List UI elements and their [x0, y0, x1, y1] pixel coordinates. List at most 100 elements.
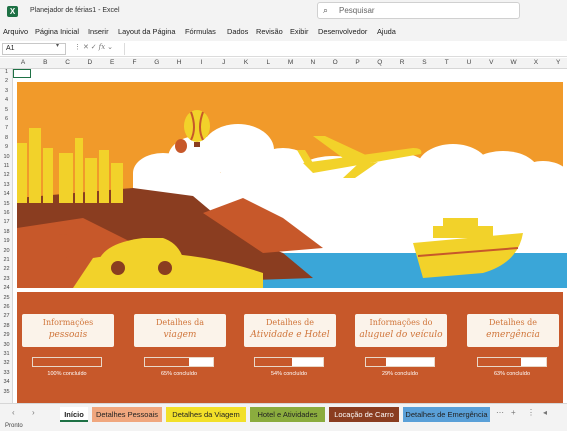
row-header[interactable]: 19: [0, 238, 13, 244]
sheet-tab-inicio[interactable]: Início: [60, 407, 88, 422]
menu-ajuda[interactable]: Ajuda: [377, 27, 396, 36]
more-sheets-icon[interactable]: ⋯: [496, 408, 504, 417]
row-header[interactable]: 23: [0, 276, 13, 282]
formula-input[interactable]: [124, 43, 564, 55]
row-header[interactable]: 13: [0, 182, 13, 188]
row-header[interactable]: 11: [0, 163, 13, 169]
row-header[interactable]: 20: [0, 248, 13, 254]
menu-exibir[interactable]: Exibir: [290, 27, 308, 36]
row-header[interactable]: 1: [0, 69, 13, 75]
row-header[interactable]: 32: [0, 360, 13, 366]
more-icon[interactable]: ⋮: [74, 44, 81, 51]
row-header[interactable]: 15: [0, 201, 13, 207]
row-header[interactable]: 9: [0, 144, 13, 150]
row-header[interactable]: 16: [0, 210, 13, 216]
sheet-tab-locacao-carro[interactable]: Locação de Carro: [329, 407, 399, 422]
column-header[interactable]: O: [325, 59, 345, 66]
card-informacoes-pessoais[interactable]: Informações pessoais: [22, 314, 114, 347]
row-header[interactable]: 6: [0, 116, 13, 122]
options-icon[interactable]: ⋮: [527, 408, 535, 417]
card-emergencia[interactable]: Detalhes de emergência: [467, 314, 559, 347]
sheet-tab-hotel-atividades[interactable]: Hotel e Atividades: [250, 407, 325, 422]
row-header[interactable]: 26: [0, 304, 13, 310]
column-header[interactable]: T: [437, 59, 457, 66]
row-header[interactable]: 4: [0, 97, 13, 103]
row-header[interactable]: 25: [0, 295, 13, 301]
column-header[interactable]: P: [348, 59, 368, 66]
column-header[interactable]: Y: [548, 59, 567, 66]
scroll-left-icon[interactable]: ‹: [12, 408, 15, 417]
card-subtitle: pessoais: [48, 330, 88, 340]
row-header[interactable]: 21: [0, 257, 13, 263]
menu-formulas[interactable]: Fórmulas: [185, 27, 216, 36]
row-header[interactable]: 29: [0, 332, 13, 338]
menu-desenvolvedor[interactable]: Desenvolvedor: [318, 27, 367, 36]
row-header[interactable]: 12: [0, 172, 13, 178]
row-header[interactable]: 27: [0, 313, 13, 319]
menu-dados[interactable]: Dados: [227, 27, 248, 36]
card-atividade-hotel[interactable]: Detalhes de Atividade e Hotel: [244, 314, 336, 347]
row-header[interactable]: 24: [0, 285, 13, 291]
selected-cell-a1[interactable]: [13, 69, 31, 78]
column-header[interactable]: B: [35, 59, 55, 66]
sheet-tab-emergencia[interactable]: Detalhes de Emergência: [403, 407, 490, 422]
row-header[interactable]: 2: [0, 78, 13, 84]
row-header[interactable]: 30: [0, 342, 13, 348]
row-header[interactable]: 28: [0, 323, 13, 329]
column-header[interactable]: E: [102, 59, 122, 66]
column-header[interactable]: W: [504, 59, 524, 66]
chevron-down-icon[interactable]: ▾: [56, 42, 59, 49]
column-header[interactable]: D: [80, 59, 100, 66]
row-header[interactable]: 7: [0, 125, 13, 131]
sheet-tab-detalhes-viagem[interactable]: Detalhes da Viagem: [166, 407, 246, 422]
column-header[interactable]: V: [481, 59, 501, 66]
column-header[interactable]: X: [526, 59, 546, 66]
sheet-tab-detalhes-pessoais[interactable]: Detalhes Pessoais: [92, 407, 162, 422]
menu-pagina-inicial[interactable]: Página Inicial: [35, 27, 79, 36]
row-header[interactable]: 18: [0, 229, 13, 235]
column-header[interactable]: F: [125, 59, 145, 66]
column-header[interactable]: I: [191, 59, 211, 66]
menu-revisao[interactable]: Revisão: [256, 27, 283, 36]
row-header[interactable]: 22: [0, 266, 13, 272]
column-header[interactable]: U: [459, 59, 479, 66]
search-input[interactable]: ⌕ Pesquisar: [317, 2, 520, 19]
row-header[interactable]: 5: [0, 107, 13, 113]
card-subtitle: aluguel do veículo: [359, 330, 443, 340]
column-header[interactable]: J: [214, 59, 234, 66]
column-header[interactable]: L: [258, 59, 278, 66]
column-header[interactable]: N: [303, 59, 323, 66]
card-aluguel-veiculo[interactable]: Informações do aluguel do veículo: [355, 314, 447, 347]
row-header[interactable]: 3: [0, 88, 13, 94]
row-header[interactable]: 17: [0, 219, 13, 225]
menu-arquivo[interactable]: Arquivo: [3, 27, 28, 36]
row-header[interactable]: 34: [0, 379, 13, 385]
enter-icon[interactable]: ✓: [91, 44, 97, 51]
column-header[interactable]: S: [414, 59, 434, 66]
menu-layout[interactable]: Layout da Página: [118, 27, 176, 36]
row-header[interactable]: 14: [0, 191, 13, 197]
column-header[interactable]: M: [281, 59, 301, 66]
scroll-right-icon[interactable]: ›: [32, 408, 35, 417]
card-detalhes-viagem[interactable]: Detalhes da viagem: [134, 314, 226, 347]
row-header[interactable]: 35: [0, 389, 13, 395]
column-header[interactable]: R: [392, 59, 412, 66]
row-header[interactable]: 8: [0, 135, 13, 141]
column-header[interactable]: H: [169, 59, 189, 66]
scroll-left-icon[interactable]: ◂: [543, 408, 547, 417]
row-header[interactable]: 33: [0, 370, 13, 376]
chevron-down-icon[interactable]: ⌄: [107, 44, 113, 51]
add-sheet-icon[interactable]: +: [511, 408, 516, 417]
column-header[interactable]: C: [58, 59, 78, 66]
progress-fill: [366, 358, 386, 366]
column-header[interactable]: G: [147, 59, 167, 66]
cancel-icon[interactable]: ✕: [83, 44, 89, 51]
row-header[interactable]: 31: [0, 351, 13, 357]
menu-inserir[interactable]: Inserir: [88, 27, 109, 36]
row-header[interactable]: 10: [0, 154, 13, 160]
progress-bar: [365, 357, 435, 367]
column-header[interactable]: Q: [370, 59, 390, 66]
fx-icon[interactable]: fx: [99, 43, 106, 51]
column-header[interactable]: A: [13, 59, 33, 66]
column-header[interactable]: K: [236, 59, 256, 66]
